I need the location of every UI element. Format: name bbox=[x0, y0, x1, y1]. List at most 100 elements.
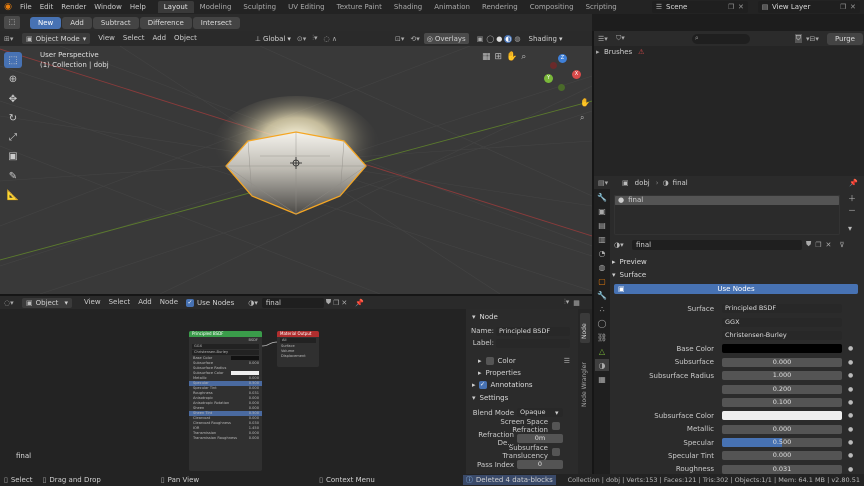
menu-view[interactable]: View bbox=[94, 31, 119, 46]
socket-dot-icon[interactable]: ● bbox=[848, 399, 853, 406]
physics-tab-icon[interactable]: ◯ bbox=[595, 317, 609, 329]
tab-layout[interactable]: Layout bbox=[157, 1, 194, 13]
pan-hand-icon[interactable]: ✋ bbox=[506, 52, 517, 62]
gizmo-neg-y[interactable] bbox=[558, 84, 565, 91]
particles-tab-icon[interactable]: ∴ bbox=[595, 303, 609, 315]
editor-type-icon[interactable]: ☰▾ bbox=[598, 35, 616, 43]
tab-node-wrangler[interactable]: Node Wrangler bbox=[580, 349, 590, 409]
property-field[interactable] bbox=[722, 411, 842, 421]
editor-type-icon[interactable]: ◌▾ bbox=[4, 299, 22, 307]
node-input-row[interactable]: Transmission Roughness 0.000 bbox=[189, 436, 262, 441]
menu-select[interactable]: Select bbox=[105, 296, 135, 309]
copy-icon[interactable]: ❐ bbox=[728, 3, 738, 11]
grid-view-icon[interactable]: ⊞ bbox=[495, 52, 503, 62]
menu-select[interactable]: Select bbox=[119, 31, 149, 46]
pass-index-field[interactable]: 0 bbox=[517, 460, 563, 469]
copy-icon[interactable]: ❐ bbox=[333, 299, 339, 307]
node-editor-canvas[interactable]: Principled BSDF BSDF GGX Christensen-Bur… bbox=[0, 309, 466, 474]
scene-tab-icon[interactable]: ◔ bbox=[595, 247, 609, 259]
proportional-edit-icon[interactable]: ◌ ∧ bbox=[323, 35, 336, 43]
use-nodes-button[interactable]: ▣ Use Nodes bbox=[614, 284, 858, 294]
material-selector[interactable]: final bbox=[261, 297, 324, 308]
refraction-depth-field[interactable]: 0m bbox=[517, 434, 563, 443]
world-tab-icon[interactable]: ◍ bbox=[595, 261, 609, 273]
object-mode-dropdown[interactable]: ▣ Object Mode ▾ bbox=[22, 33, 91, 44]
editor-type-icon[interactable]: ⊞▾ bbox=[4, 35, 22, 43]
socket-dot-icon[interactable]: ● bbox=[848, 452, 853, 459]
menu-object[interactable]: Object bbox=[170, 31, 201, 46]
close-icon[interactable]: ✕ bbox=[738, 3, 748, 11]
solid-shading-icon[interactable]: ● bbox=[496, 35, 502, 43]
tab-uv-editing[interactable]: UV Editing bbox=[282, 1, 331, 13]
fake-user-icon[interactable]: ⛊ bbox=[326, 298, 331, 307]
select-box-tool-icon[interactable]: ⬚ bbox=[4, 52, 22, 68]
filter-icon[interactable]: ⛉ bbox=[794, 34, 803, 43]
menu-render[interactable]: Render bbox=[57, 3, 90, 11]
cursor-tool-icon[interactable]: ⊕ bbox=[4, 71, 22, 87]
mode-difference-button[interactable]: Difference bbox=[139, 16, 192, 29]
menu-file[interactable]: File bbox=[16, 3, 36, 11]
filter-dropdown-icon[interactable]: ▾⊟▾ bbox=[806, 35, 819, 43]
color-row[interactable]: ▸ Color ☰ bbox=[466, 355, 578, 367]
close-icon[interactable]: ✕ bbox=[826, 241, 832, 249]
material-sphere-icon[interactable]: ◑▾ bbox=[248, 299, 258, 307]
menu-add[interactable]: Add bbox=[148, 31, 170, 46]
node-subsurface-method-dropdown[interactable]: Christensen-Burley bbox=[192, 350, 259, 355]
chevron-right-icon[interactable]: ▸ bbox=[596, 48, 604, 56]
ssr-checkbox[interactable] bbox=[552, 421, 560, 430]
node-label-field[interactable] bbox=[496, 338, 570, 348]
mode-intersect-button[interactable]: Intersect bbox=[192, 16, 240, 29]
tab-scripting[interactable]: Scripting bbox=[580, 1, 623, 13]
link-dropdown-icon[interactable]: ⊽ bbox=[839, 241, 844, 249]
surface-section-header[interactable]: ▾ Surface bbox=[612, 269, 646, 280]
menu-help[interactable]: Help bbox=[126, 3, 150, 11]
material-shading-icon[interactable]: ◐ bbox=[504, 34, 513, 43]
copy-icon[interactable]: ❐ bbox=[840, 3, 850, 11]
transform-orientation-dropdown[interactable]: ⊥ Global ▾ bbox=[255, 35, 291, 43]
snap-icon[interactable]: ⫶▾ bbox=[312, 34, 317, 43]
data-tab-icon[interactable]: △ bbox=[595, 345, 609, 357]
properties-row[interactable]: ▸ Properties bbox=[466, 367, 578, 379]
move-tool-icon[interactable]: ✥ bbox=[4, 91, 22, 107]
menu-node[interactable]: Node bbox=[156, 296, 182, 309]
socket-dot-icon[interactable]: ● bbox=[848, 412, 853, 419]
tab-animation[interactable]: Animation bbox=[428, 1, 476, 13]
rotate-tool-icon[interactable]: ↻ bbox=[4, 110, 22, 126]
mode-add-button[interactable]: Add bbox=[62, 16, 92, 29]
object-dropdown[interactable]: ▣ Object ▾ bbox=[22, 297, 72, 308]
3d-viewport[interactable]: User Perspective (1) Collection | dobj Z… bbox=[0, 46, 592, 294]
pin-icon[interactable]: 📌 bbox=[849, 179, 858, 187]
tab-texture-paint[interactable]: Texture Paint bbox=[331, 1, 388, 13]
fake-user-icon[interactable]: ⛊ bbox=[806, 240, 811, 249]
add-slot-icon[interactable]: ＋ bbox=[848, 193, 856, 205]
material-tab-icon[interactable]: ◑ bbox=[595, 359, 609, 371]
menu-window[interactable]: Window bbox=[90, 3, 126, 11]
property-field[interactable]: 0.200 bbox=[722, 384, 842, 394]
remove-slot-icon[interactable]: － bbox=[848, 205, 856, 217]
pivot-icon[interactable]: ⊙▾ bbox=[297, 35, 306, 43]
property-field[interactable]: 0.500 bbox=[722, 438, 842, 448]
editor-type-icon[interactable]: ▤▾ bbox=[598, 179, 616, 187]
checkbox-icon[interactable] bbox=[485, 357, 494, 365]
principled-bsdf-node[interactable]: Principled BSDF BSDF GGX Christensen-Bur… bbox=[189, 331, 262, 471]
property-field[interactable]: Christensen-Burley bbox=[722, 330, 842, 340]
node-input-displacement[interactable]: Displacement bbox=[277, 354, 319, 359]
xray-icon[interactable]: ▣ bbox=[477, 35, 484, 43]
tab-sculpting[interactable]: Sculpting bbox=[237, 1, 282, 13]
preview-section-header[interactable]: ▸ Preview bbox=[612, 256, 647, 267]
rendered-shading-icon[interactable]: ◍ bbox=[514, 35, 520, 43]
node-section-header[interactable]: ▾ Node bbox=[466, 311, 578, 323]
annotate-tool-icon[interactable]: ✎ bbox=[4, 168, 22, 184]
node-target-dropdown[interactable]: All bbox=[280, 338, 316, 343]
socket-dot-icon[interactable]: ● bbox=[848, 466, 853, 473]
tab-node[interactable]: Node bbox=[580, 313, 590, 343]
tab-modeling[interactable]: Modeling bbox=[194, 1, 238, 13]
navigation-gizmo[interactable]: Z X Y bbox=[540, 52, 584, 96]
tool-tab-icon[interactable]: 🔧 bbox=[595, 191, 609, 203]
hand-icon[interactable]: ✋ bbox=[580, 98, 590, 107]
texture-tab-icon[interactable]: ▦ bbox=[595, 373, 609, 385]
property-field[interactable]: 0.000 bbox=[722, 424, 842, 434]
property-field[interactable]: 0.000 bbox=[722, 451, 842, 461]
display-mode-icon[interactable]: ⛉▾ bbox=[616, 34, 632, 43]
render-tab-icon[interactable]: ▣ bbox=[595, 205, 609, 217]
